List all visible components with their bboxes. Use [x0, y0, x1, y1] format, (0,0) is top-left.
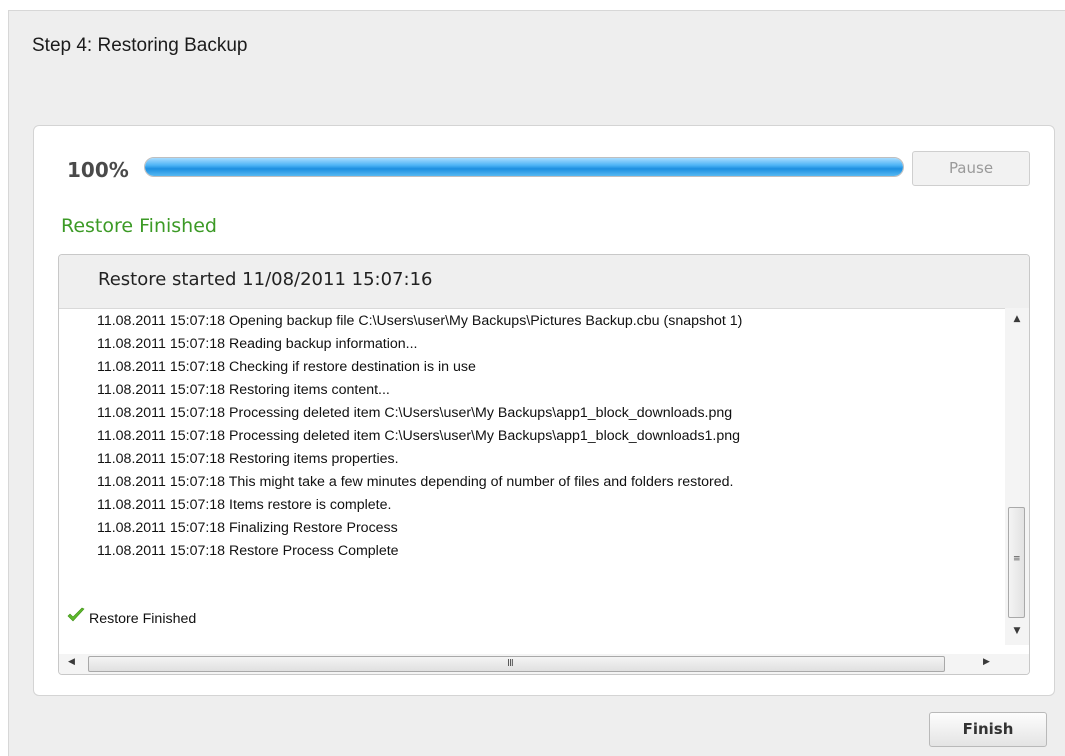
wizard-window: Step 4: Restoring Backup 100% Pause Rest…: [8, 10, 1065, 756]
log-line: 11.08.2011 15:07:18 Finalizing Restore P…: [97, 520, 398, 536]
progress-bar: [144, 157, 904, 177]
log-line: 11.08.2011 15:07:18 Reading backup infor…: [97, 336, 418, 352]
log-box: Restore started 11/08/2011 15:07:16 11.0…: [58, 254, 1030, 675]
step-title: Step 4: Restoring Backup: [32, 35, 248, 56]
scrollbar-corner: [1005, 654, 1029, 674]
scroll-right-arrow-icon[interactable]: ▶: [983, 657, 990, 667]
scroll-up-arrow-icon[interactable]: ▲: [1005, 314, 1029, 324]
checkmark-icon: [67, 607, 85, 631]
restore-panel: 100% Pause Restore Finished Restore star…: [33, 125, 1055, 696]
vertical-scrollbar[interactable]: ▲ ≡ ▼: [1005, 308, 1029, 645]
log-line: 11.08.2011 15:07:18 This might take a fe…: [97, 474, 734, 490]
log-final-line: Restore Finished: [67, 607, 196, 630]
grip-icon: III: [507, 658, 514, 669]
log-line: 11.08.2011 15:07:18 Items restore is com…: [97, 497, 392, 513]
progress-percent: 100%: [67, 158, 129, 182]
status-text: Restore Finished: [61, 215, 217, 237]
log-line: 11.08.2011 15:07:18 Opening backup file …: [97, 313, 743, 329]
horizontal-scroll-thumb[interactable]: III: [88, 656, 945, 672]
vertical-scroll-thumb[interactable]: ≡: [1008, 507, 1025, 618]
log-line: 11.08.2011 15:07:18 Checking if restore …: [97, 359, 476, 375]
log-line: 11.08.2011 15:07:18 Processing deleted i…: [97, 428, 741, 444]
log-line: 11.08.2011 15:07:18 Restoring items cont…: [97, 382, 390, 398]
pause-button[interactable]: Pause: [912, 151, 1030, 186]
log-header-text: Restore started 11/08/2011 15:07:16: [98, 269, 433, 290]
horizontal-scrollbar[interactable]: ◀ III ▶: [59, 654, 1007, 674]
log-line: 11.08.2011 15:07:18 Processing deleted i…: [97, 405, 733, 421]
log-header: Restore started 11/08/2011 15:07:16: [59, 255, 1029, 309]
scroll-down-arrow-icon[interactable]: ▼: [1005, 626, 1029, 636]
progress-fill: [145, 158, 903, 176]
log-line: 11.08.2011 15:07:18 Restore Process Comp…: [97, 543, 399, 559]
log-list: 11.08.2011 15:07:18 Opening backup file …: [97, 310, 997, 563]
log-line: 11.08.2011 15:07:18 Restoring items prop…: [97, 451, 399, 467]
log-final-text: Restore Finished: [89, 610, 197, 627]
scroll-left-arrow-icon[interactable]: ◀: [68, 657, 75, 667]
finish-button[interactable]: Finish: [929, 712, 1047, 747]
grip-icon: ≡: [1013, 554, 1021, 564]
